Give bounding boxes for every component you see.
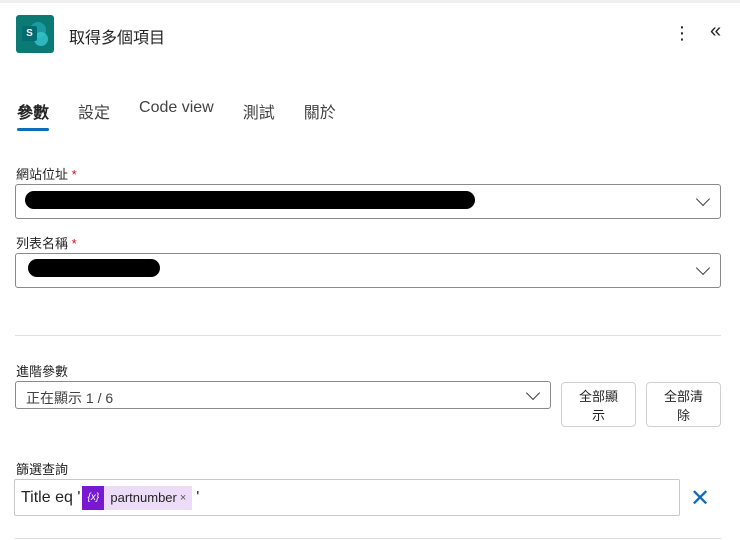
clear-all-button[interactable]: 全部清除: [646, 382, 721, 427]
chevron-down-icon: [695, 260, 711, 276]
advanced-params-label: 進階參數: [16, 364, 69, 379]
remove-token-icon[interactable]: ×: [180, 492, 186, 504]
tab-about[interactable]: 關於: [304, 99, 336, 123]
chevron-down-icon: [525, 385, 541, 401]
tab-settings[interactable]: 設定: [78, 99, 110, 123]
tab-testing[interactable]: 測試: [243, 99, 275, 123]
divider: [15, 538, 721, 539]
dynamic-content-token[interactable]: {x} partnumber ×: [82, 485, 193, 510]
filter-prefix: Title eq ': [21, 488, 81, 506]
sharepoint-logo-icon: S: [16, 15, 54, 53]
site-address-label: 網站位址 *: [16, 167, 77, 182]
action-title: 取得多個項目: [69, 30, 166, 47]
redaction: [25, 191, 475, 209]
advanced-params-dropdown[interactable]: 正在顯示 1 / 6: [15, 381, 551, 409]
more-vertical-icon[interactable]: ⋮: [673, 22, 691, 44]
tab-code-view[interactable]: Code view: [139, 99, 214, 123]
filter-query-input[interactable]: Title eq ' {x} partnumber × ': [14, 479, 680, 516]
tab-parameters[interactable]: 參數: [17, 99, 50, 131]
chevron-down-icon: [695, 191, 711, 207]
variable-icon: {x}: [82, 485, 105, 510]
filter-suffix: ': [196, 488, 200, 506]
divider: [15, 335, 721, 336]
show-all-button[interactable]: 全部顯示: [561, 382, 636, 427]
double-chevron-left-icon[interactable]: «: [710, 20, 721, 43]
filter-query-label: 篩選查詢: [16, 462, 69, 477]
list-name-label: 列表名稱 *: [16, 236, 77, 251]
redaction: [28, 259, 160, 277]
clear-filter-icon[interactable]: ✕: [690, 487, 710, 511]
top-border: [0, 0, 740, 3]
tab-bar: 參數 設定 Code view 測試 關於: [17, 99, 365, 131]
